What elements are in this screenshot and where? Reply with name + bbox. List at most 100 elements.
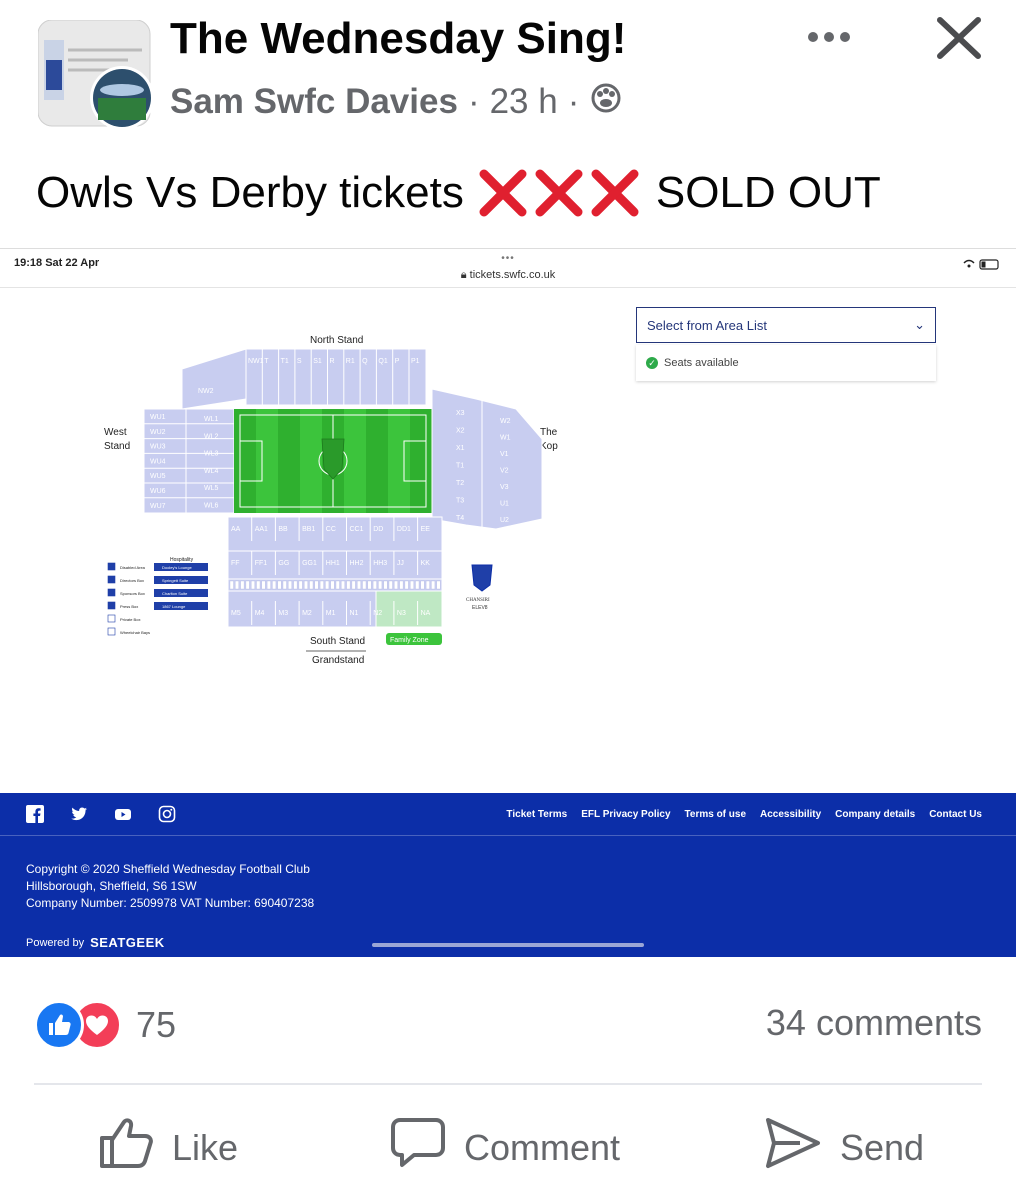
key-item: Private Box — [120, 617, 140, 622]
block-wu7: WU7 — [150, 503, 166, 510]
block-wu4: WU4 — [150, 458, 166, 465]
footer-link-ticket-terms[interactable]: Ticket Terms — [506, 809, 567, 820]
seatgeek-logo: SEATGEEK — [90, 935, 165, 950]
cross-mark-icons — [476, 168, 644, 218]
block-q: Q — [362, 358, 368, 365]
ticket-screenshot[interactable]: 19:18 Sat 22 Apr ••• 🔒︎ tickets.swfc.co.… — [0, 248, 1016, 957]
company-line: Company Number: 2509978 VAT Number: 6904… — [26, 896, 315, 910]
block-nw2: NW2 — [198, 388, 214, 395]
area-select-dropdown[interactable]: Select from Area List ⌄ — [636, 307, 936, 343]
like-label: Like — [172, 1126, 239, 1168]
block-wl3: WL3 — [204, 451, 219, 458]
footer-link-company[interactable]: Company details — [835, 809, 915, 820]
block-r: R — [330, 358, 335, 365]
block-m4: M4 — [255, 610, 265, 617]
block-m1: M1 — [326, 610, 336, 617]
block-na: NA — [421, 610, 431, 617]
social-icons — [26, 805, 176, 823]
block-s1: S1 — [313, 358, 322, 365]
close-icon — [937, 17, 981, 59]
footer-link-terms[interactable]: Terms of use — [685, 809, 747, 820]
send-arrow-icon — [764, 1116, 822, 1179]
thumbs-up-icon — [98, 1116, 154, 1179]
reaction-count: 75 — [136, 1004, 177, 1045]
block-x1: X1 — [456, 445, 465, 452]
send-button[interactable]: Send — [764, 1116, 924, 1179]
block-wu2: WU2 — [150, 429, 166, 436]
block-t: T — [264, 358, 269, 365]
block-jj: JJ — [397, 560, 404, 567]
block-wu3: WU3 — [150, 444, 166, 451]
toolbar-divider — [0, 287, 1016, 288]
block-aa1: AA1 — [255, 526, 268, 533]
hospitality-title: Hospitality — [170, 557, 194, 563]
block-x3: X3 — [456, 410, 465, 417]
block-v1: V1 — [500, 451, 509, 458]
club-crest: CHANSIRI ELEV8 — [466, 564, 493, 611]
reactions-summary[interactable]: 75 — [34, 1000, 176, 1050]
block-hh2: HH2 — [350, 560, 364, 567]
south-stand-label: South Stand — [310, 636, 365, 647]
hospitality-item: Charlton Suite — [162, 591, 188, 596]
facebook-icon[interactable] — [26, 805, 44, 823]
hospitality-item: 1867 Lounge — [162, 604, 186, 609]
instagram-icon[interactable] — [158, 805, 176, 823]
stadium-map[interactable]: North Stand West Stand The Kop South Sta… — [96, 329, 576, 669]
block-m3: M3 — [278, 610, 288, 617]
kop-stand[interactable] — [431, 388, 543, 530]
more-options-button[interactable] — [802, 22, 856, 52]
hospitality-item: Dooley's Lounge — [162, 565, 192, 570]
block-x2: X2 — [456, 428, 465, 435]
comment-button[interactable]: Comment — [390, 1116, 620, 1179]
footer-link-contact[interactable]: Contact Us — [929, 809, 982, 820]
footer-divider — [0, 835, 1016, 836]
area-select-label: Select from Area List — [647, 317, 767, 333]
block-t4: T4 — [456, 515, 464, 522]
author-name[interactable]: Sam Swfc Davies — [170, 82, 458, 122]
powered-by: Powered by SEATGEEK — [26, 935, 165, 950]
url-bar: 🔒︎ tickets.swfc.co.uk — [0, 269, 1016, 282]
block-m5: M5 — [231, 610, 241, 617]
seats-available-label: Seats available — [664, 357, 739, 369]
block-dd: DD — [373, 526, 383, 533]
battery-icon — [962, 257, 1002, 271]
block-hh1: HH1 — [326, 560, 340, 567]
kop-label-2: Kop — [540, 441, 558, 452]
comments-count[interactable]: 34 comments — [766, 1002, 982, 1044]
key-item: Wheelchair Bays — [120, 630, 150, 635]
north-stand[interactable] — [181, 348, 427, 410]
actions-divider — [34, 1083, 982, 1085]
crest-text-1: CHANSIRI — [466, 598, 490, 603]
address-line: Hillsborough, Sheffield, S6 1SW — [26, 879, 197, 893]
group-name[interactable]: The Wednesday Sing! — [170, 14, 626, 64]
twitter-icon[interactable] — [70, 805, 88, 823]
north-stand-label: North Stand — [310, 335, 363, 346]
pitch — [234, 409, 432, 513]
like-button[interactable]: Like — [98, 1116, 238, 1179]
block-wu1: WU1 — [150, 414, 166, 421]
block-p1: P1 — [411, 358, 420, 365]
url-text: tickets.swfc.co.uk — [469, 269, 556, 281]
block-kk: KK — [421, 560, 431, 567]
block-wl5: WL5 — [204, 485, 219, 492]
close-button[interactable] — [934, 16, 984, 60]
key-item: Sponsors Box — [120, 591, 145, 596]
block-r1: R1 — [346, 358, 355, 365]
youtube-icon[interactable] — [114, 805, 132, 823]
block-gg1: GG1 — [302, 560, 317, 567]
group-avatar[interactable] — [37, 19, 154, 132]
check-icon: ✓ — [646, 357, 658, 369]
block-wl2: WL2 — [204, 433, 219, 440]
block-ee: EE — [421, 526, 431, 533]
footer-link-privacy[interactable]: EFL Privacy Policy — [581, 809, 670, 820]
post-time[interactable]: 23 h — [490, 82, 558, 122]
post-text-sold-out: SOLD OUT — [655, 168, 881, 217]
block-ff1: FF1 — [255, 560, 268, 567]
like-reaction-icon — [34, 1000, 84, 1050]
crest-text-2: ELEV8 — [472, 605, 488, 611]
footer-link-accessibility[interactable]: Accessibility — [760, 809, 821, 820]
block-gg: GG — [278, 560, 289, 567]
block-n2: N2 — [373, 610, 382, 617]
block-bb1: BB1 — [302, 526, 315, 533]
post-text-main: Owls Vs Derby tickets — [36, 168, 464, 217]
